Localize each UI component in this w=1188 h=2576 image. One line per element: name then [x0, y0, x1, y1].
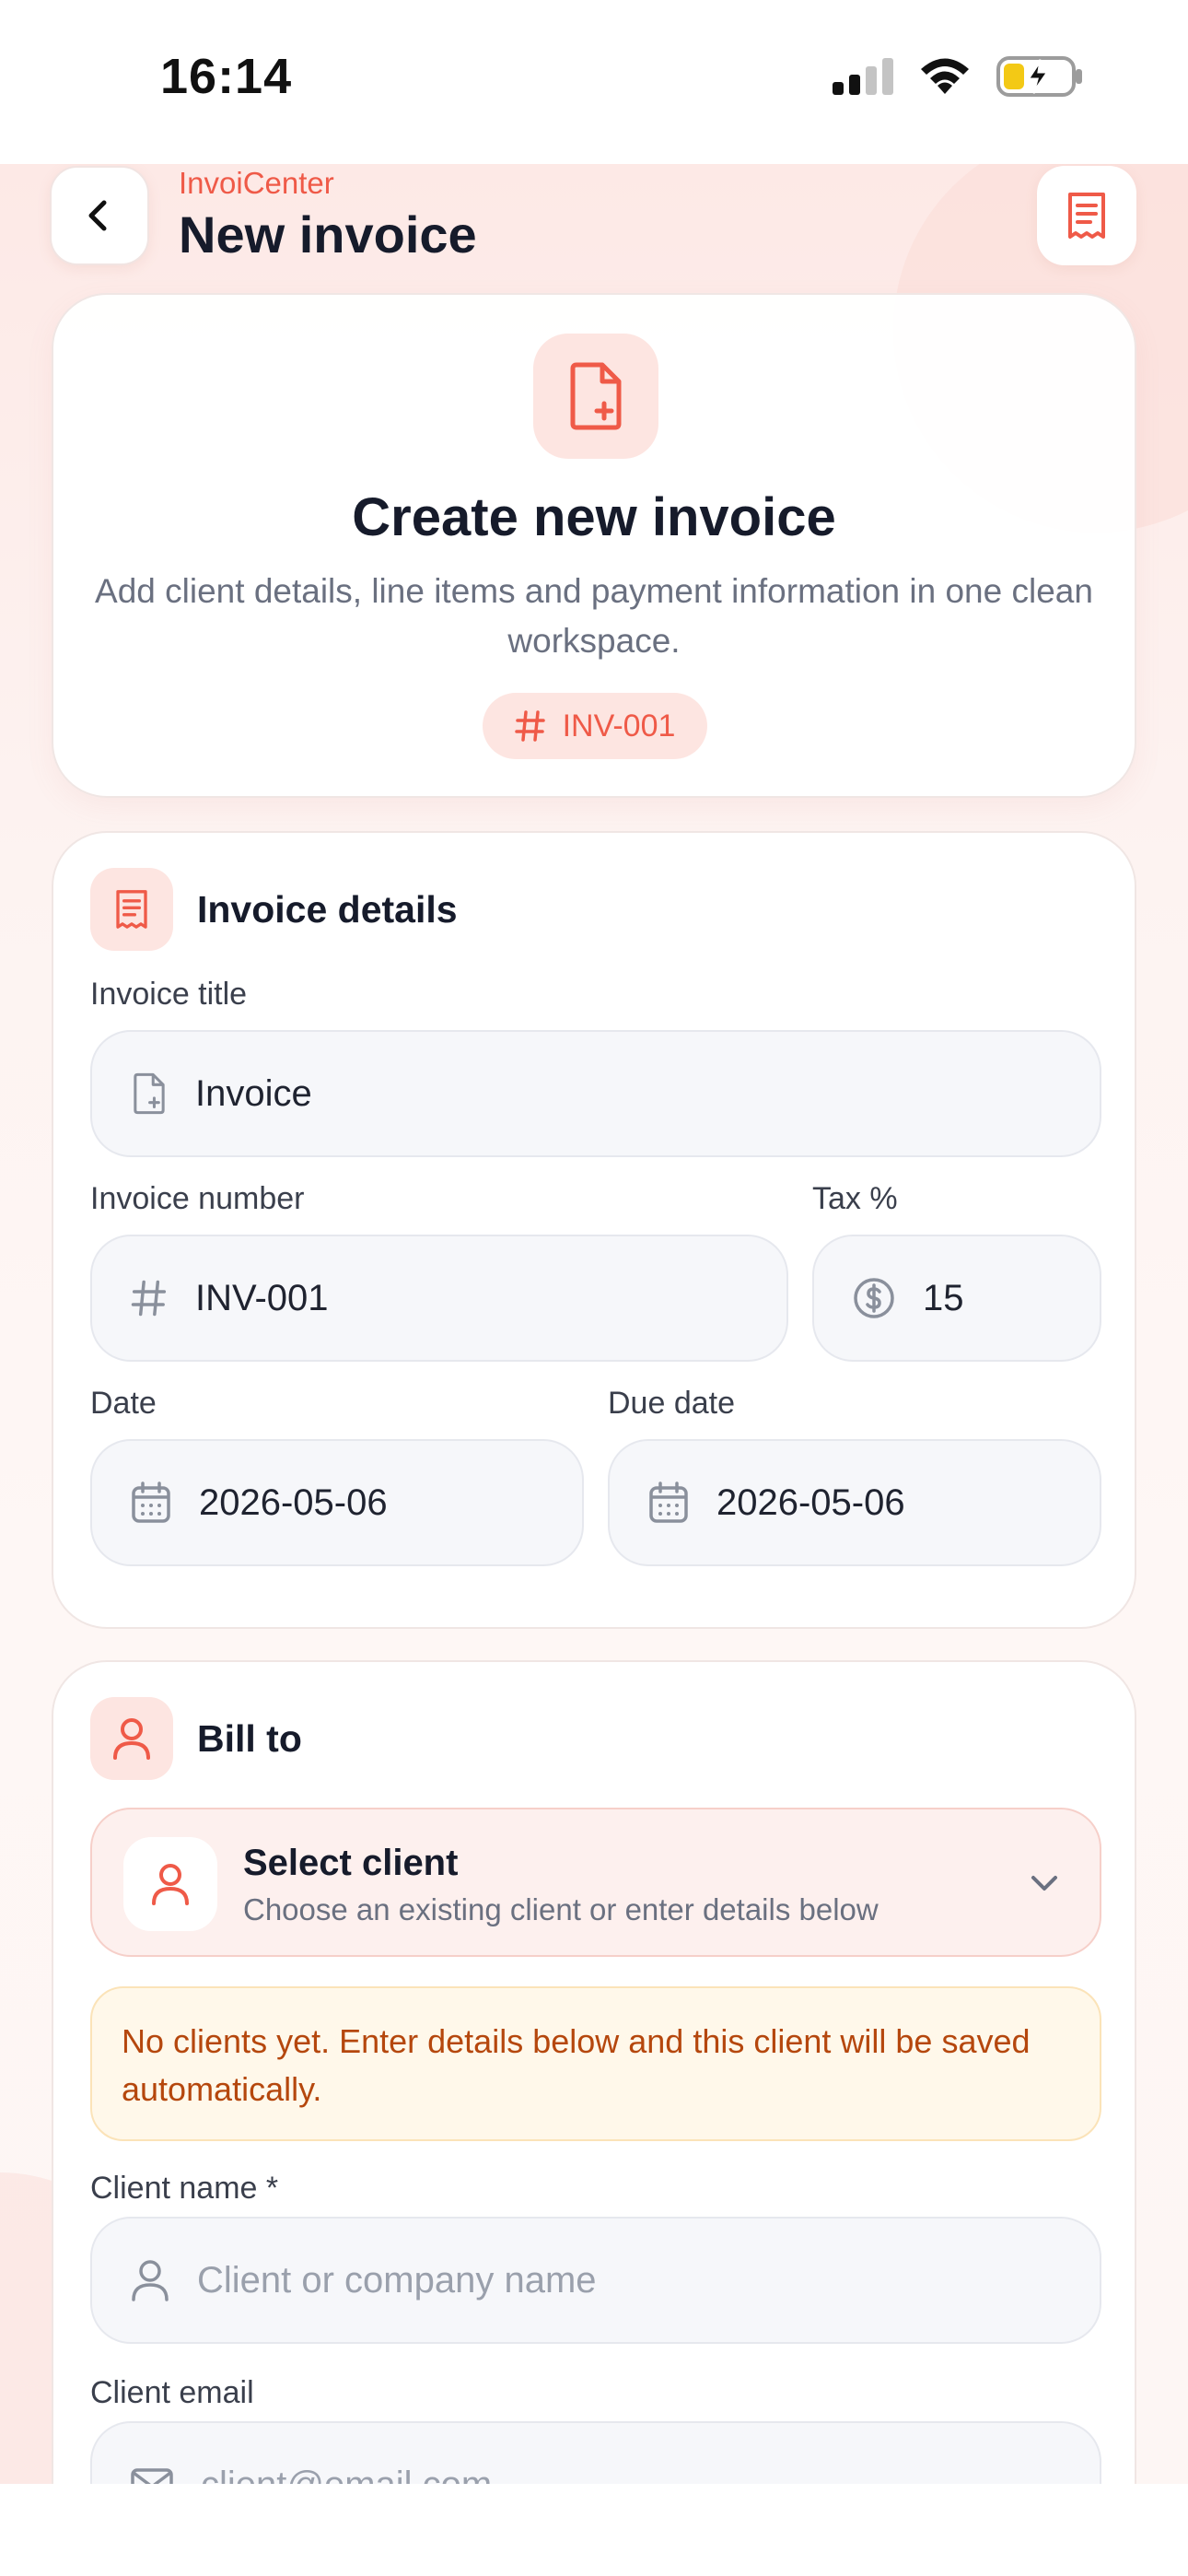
- due-date-field[interactable]: 2026-05-06: [608, 1439, 1101, 1566]
- section-title: Invoice details: [197, 887, 458, 931]
- app-brand: InvoiCenter: [179, 166, 334, 200]
- hero-title: Create new invoice: [352, 487, 836, 547]
- status-time: 16:14: [160, 49, 293, 104]
- client-email-label: Client email: [90, 2375, 254, 2410]
- section-icon-box: [90, 1697, 173, 1780]
- chevron-left-icon: [88, 200, 107, 231]
- invoice-number-label: Invoice number: [90, 1181, 305, 1216]
- invoice-details-card: Invoice details Invoice title Invoice In…: [52, 831, 1136, 1629]
- tax-field[interactable]: 15: [812, 1235, 1101, 1362]
- date-field[interactable]: 2026-05-06: [90, 1439, 584, 1566]
- client-name-field[interactable]: Client or company name: [90, 2217, 1101, 2344]
- select-client-dropdown[interactable]: Select client Choose an existing client …: [90, 1808, 1101, 1957]
- calendar-icon: [649, 1481, 688, 1523]
- select-client-title: Select client: [243, 1843, 459, 1883]
- invoice-title-value: Invoice: [195, 1072, 312, 1114]
- status-icons: [833, 55, 1085, 98]
- section-header: Bill to: [90, 1697, 302, 1780]
- bottom-safe-area: [0, 2484, 1188, 2576]
- user-icon: [132, 2260, 169, 2301]
- date-label: Date: [90, 1386, 157, 1421]
- select-client-subtitle: Choose an existing client or enter detai…: [243, 1892, 879, 1926]
- calendar-icon: [132, 1481, 170, 1523]
- file-plus-icon: [134, 1072, 165, 1115]
- due-date-value: 2026-05-06: [716, 1481, 905, 1523]
- badge-label: INV-001: [562, 708, 676, 744]
- client-name-placeholder: Client or company name: [197, 2259, 597, 2301]
- invoice-number-value: INV-001: [195, 1277, 329, 1318]
- bill-to-card: Bill to Select client Choose an existing…: [52, 1660, 1136, 2576]
- invoice-number-field[interactable]: INV-001: [90, 1235, 788, 1362]
- receipt-icon: [116, 890, 147, 929]
- hero-card: Create new invoice Add client details, l…: [52, 293, 1136, 798]
- section-icon-box: [90, 868, 173, 951]
- tax-value: 15: [923, 1277, 964, 1318]
- file-plus-icon: [570, 362, 622, 430]
- date-value: 2026-05-06: [199, 1481, 388, 1523]
- user-icon: [152, 1864, 189, 1905]
- signal-icon: [833, 58, 893, 95]
- section-title: Bill to: [197, 1716, 302, 1760]
- client-name-label: Client name *: [90, 2171, 279, 2206]
- client-avatar: [123, 1837, 217, 1931]
- receipt-icon: [1068, 193, 1105, 239]
- hash-icon: [131, 1280, 167, 1317]
- wifi-icon: [921, 58, 969, 94]
- hero-subtitle: Add client details, line items and payme…: [95, 572, 1093, 660]
- chevron-down-icon: [1031, 1876, 1057, 1891]
- dollar-circle-icon: [854, 1278, 894, 1318]
- status-bar: 16:14: [0, 0, 1188, 164]
- invoice-title-label: Invoice title: [90, 977, 248, 1012]
- invoice-number-badge: INV-001: [483, 693, 707, 759]
- hero-icon-box: [533, 334, 658, 459]
- invoice-title-field[interactable]: Invoice: [90, 1030, 1101, 1157]
- battery-charging-icon: [996, 56, 1082, 97]
- receipt-button[interactable]: [1037, 166, 1136, 265]
- due-date-label: Due date: [608, 1386, 735, 1421]
- page-title: New invoice: [179, 205, 477, 263]
- hash-icon: [514, 710, 545, 742]
- section-header: Invoice details: [90, 868, 458, 951]
- no-clients-notice: No clients yet. Enter details below and …: [90, 1986, 1101, 2141]
- tax-label: Tax %: [812, 1181, 898, 1216]
- user-icon: [113, 1718, 150, 1760]
- back-button[interactable]: [50, 166, 149, 265]
